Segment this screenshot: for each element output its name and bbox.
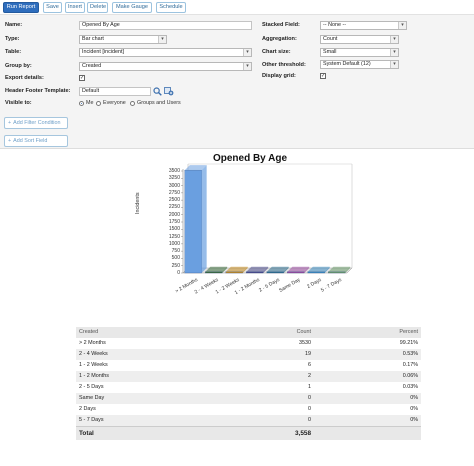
table-row[interactable]: 1 - 2 Weeks 6 0.17% <box>76 360 421 371</box>
cell-count: 3530 <box>299 340 311 346</box>
total-value: 3,558 <box>295 430 311 437</box>
cell-percent: 0% <box>410 406 418 412</box>
cell-count: 0 <box>308 395 311 401</box>
total-label: Total <box>79 430 94 437</box>
cell-created: 5 - 7 Days <box>79 417 104 423</box>
cell-created: 2 - 4 Weeks <box>79 351 108 357</box>
cell-count: 2 <box>308 373 311 379</box>
table-row[interactable]: 2 Days 0 0% <box>76 404 421 415</box>
cell-created: Same Day <box>79 395 105 401</box>
chart-bar <box>246 271 264 274</box>
cell-count: 0 <box>308 406 311 412</box>
chart-bar <box>307 271 325 274</box>
table-row[interactable]: > 2 Months 3530 99.21% <box>76 338 421 349</box>
cell-count: 1 <box>308 384 311 390</box>
cell-percent: 0% <box>410 417 418 423</box>
cell-created: > 2 Months <box>79 340 106 346</box>
cell-created: 1 - 2 Weeks <box>79 362 108 368</box>
chart-bar-side <box>201 165 207 273</box>
cell-created: 2 - 5 Days <box>79 384 104 390</box>
chart-bar <box>225 271 243 274</box>
chart-bar <box>287 271 305 274</box>
cell-created: 2 Days <box>79 406 96 412</box>
cell-percent: 0.06% <box>402 373 418 379</box>
table-row[interactable]: 2 - 5 Days 1 0.03% <box>76 382 421 393</box>
header-percent[interactable]: Percent <box>399 327 418 338</box>
table-header-row: Created Count Percent <box>76 327 421 338</box>
chart-bar <box>266 271 284 274</box>
table-row[interactable]: Same Day 0 0% <box>76 393 421 404</box>
table-row[interactable]: 5 - 7 Days 0 0% <box>76 415 421 426</box>
cell-count: 19 <box>305 351 311 357</box>
header-count[interactable]: Count <box>297 327 311 338</box>
cell-count: 6 <box>308 362 311 368</box>
chart-bar <box>328 271 346 274</box>
table-row[interactable]: 1 - 2 Months 2 0.06% <box>76 371 421 382</box>
cell-created: 1 - 2 Months <box>79 373 109 379</box>
cell-percent: 99.21% <box>399 340 418 346</box>
chart-bar <box>184 169 202 274</box>
header-created[interactable]: Created <box>79 327 98 338</box>
cell-percent: 0.53% <box>402 351 418 357</box>
table-row[interactable]: 2 - 4 Weeks 19 0.53% <box>76 349 421 360</box>
cell-percent: 0.17% <box>402 362 418 368</box>
cell-percent: 0.03% <box>402 384 418 390</box>
cell-percent: 0% <box>410 395 418 401</box>
cell-count: 0 <box>308 417 311 423</box>
table-total-row: Total 3,558 <box>76 426 421 440</box>
chart-bar <box>205 271 223 274</box>
